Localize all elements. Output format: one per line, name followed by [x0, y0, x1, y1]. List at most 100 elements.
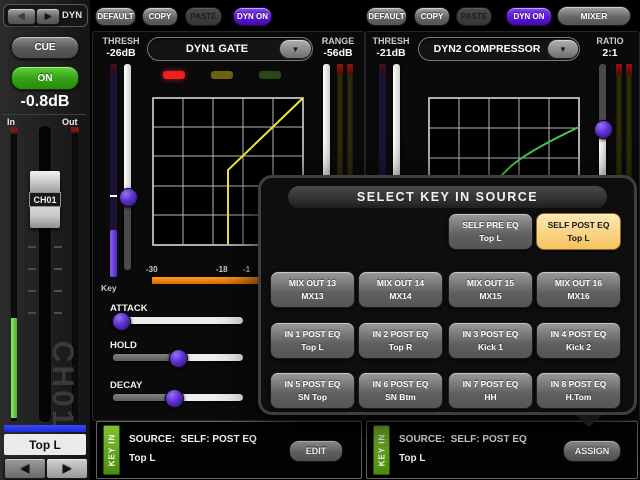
dyn1-copy-button[interactable]: COPY — [142, 7, 178, 26]
dyn1-on-button[interactable]: DYN ON — [233, 7, 272, 26]
option-line1: MIX OUT 15 — [466, 278, 515, 289]
dyn1-range-value: -56dB — [323, 47, 353, 59]
view-mode-label: DYN — [62, 10, 83, 21]
keyin-source-option[interactable]: IN 2 POST EQ Top R — [358, 322, 443, 359]
dyn1-thresh-knob[interactable] — [119, 188, 138, 207]
keyin-source-option[interactable]: IN 4 POST EQ Kick 2 — [536, 322, 621, 359]
dyn2-type-selector[interactable]: DYN2 COMPRESSOR ▼ — [418, 37, 580, 61]
option-line1: IN 8 POST EQ — [550, 379, 607, 390]
attack-knob[interactable] — [112, 312, 131, 331]
channel-on-button[interactable]: ON — [11, 66, 79, 90]
dyn2-type-dropdown-button[interactable]: ▼ — [547, 39, 579, 59]
fader-handle[interactable]: CH01 — [29, 171, 61, 228]
dyn1-paste-button[interactable]: PASTE — [185, 7, 222, 26]
option-line2: Top L — [479, 232, 502, 243]
paste-label: PASTE — [460, 12, 488, 21]
keyin-source-option[interactable]: MIX OUT 14 MX14 — [358, 271, 443, 308]
dyn2-keyin-source: SOURCE: SELF: POST EQ — [399, 434, 527, 445]
dyn2-keyin-box: KEY IN SOURCE: SELF: POST EQ Top L ASSIG… — [366, 421, 638, 479]
dyn1-keyin-name: Top L — [129, 453, 156, 464]
dyn1-type-selector[interactable]: DYN1 GATE ▼ — [147, 37, 313, 61]
keyin-source-option[interactable]: MIX OUT 15 MX15 — [448, 271, 533, 308]
in-meter-fill — [11, 318, 17, 418]
dyn2-ratio-knob[interactable] — [594, 120, 613, 139]
option-line2: HH — [484, 391, 497, 402]
keyin-source-option[interactable]: IN 7 POST EQ HH — [448, 372, 533, 409]
dyn2-keyin-name: Top L — [399, 453, 426, 464]
prev-channel-button[interactable]: ◀ — [7, 8, 36, 25]
in-clip-led — [10, 127, 18, 132]
dyn2-thresh-label: THRESH — [372, 36, 410, 46]
option-line2: SN Btm — [385, 391, 416, 402]
dyn-on-label: DYN ON — [513, 12, 545, 21]
mixer-button[interactable]: MIXER — [557, 6, 631, 26]
dyn1-keyin-box: KEY IN SOURCE: SELF: POST EQ Top L EDIT — [96, 421, 362, 479]
bank-right-button[interactable]: ▶ — [46, 458, 88, 479]
option-line1: IN 3 POST EQ — [462, 329, 519, 340]
option-line1: IN 1 POST EQ — [284, 329, 341, 340]
keyin-source-option[interactable]: SELF PRE EQ Top L — [448, 213, 533, 250]
dyn1-scale-tick-12: -1 — [243, 265, 251, 274]
app-window: ◀ ▶ DYN CUE ON -0.8dB In Out CH01 CH01 T… — [0, 0, 640, 480]
dyn2-keyin-tag: KEY IN — [373, 425, 390, 475]
option-line1: MIX OUT 16 — [554, 278, 603, 289]
option-line2: MX16 — [567, 290, 590, 301]
keyin-source-option[interactable]: MIX OUT 16 MX16 — [536, 271, 621, 308]
cue-button[interactable]: CUE — [11, 36, 79, 59]
in-meter-label: In — [7, 117, 15, 127]
option-line1: IN 5 POST EQ — [284, 379, 341, 390]
keyin-source-option-selected[interactable]: SELF POST EQ Top L — [536, 213, 621, 250]
option-line2: H.Tom — [565, 391, 592, 402]
keyin-tag-label: KEY IN — [107, 433, 116, 467]
out-meter-label: Out — [62, 117, 78, 127]
option-line1: MIX OUT 14 — [376, 278, 425, 289]
dyn1-key-label: Key — [101, 283, 117, 293]
dyn2-default-button[interactable]: DEFAULT — [366, 7, 407, 26]
chevron-down-icon: ▼ — [559, 44, 567, 54]
option-line1: SELF PRE EQ — [462, 220, 519, 231]
keyin-source-option[interactable]: IN 1 POST EQ Top L — [270, 322, 355, 359]
dyn2-copy-button[interactable]: COPY — [414, 7, 450, 26]
dyn1-keyin-source: SOURCE: SELF: POST EQ — [129, 434, 257, 445]
keyin-source-option[interactable]: IN 6 POST EQ SN Btm — [358, 372, 443, 409]
channel-name-box[interactable]: Top L — [4, 434, 86, 455]
channel-strip: ◀ ▶ DYN CUE ON -0.8dB In Out CH01 CH01 T… — [0, 0, 92, 480]
dyn1-key-meter — [110, 64, 117, 277]
dyn-on-label: DYN ON — [236, 12, 269, 21]
dyn1-threshold-marker — [110, 195, 117, 197]
dyn2-paste-button[interactable]: PASTE — [456, 7, 492, 26]
option-line2: Kick 1 — [477, 341, 504, 352]
left-arrow-icon: ◀ — [18, 12, 25, 21]
keyin-source-option[interactable]: MIX OUT 13 MX13 — [270, 271, 355, 308]
dyn2-thresh-value: -21dB — [376, 47, 406, 59]
assign-label: ASSIGN — [574, 446, 610, 456]
hold-label: HOLD — [110, 340, 137, 351]
dyn1-scale-tick-18: -18 — [216, 265, 228, 274]
hold-knob[interactable] — [169, 349, 188, 368]
dyn1-type-dropdown-button[interactable]: ▼ — [279, 39, 312, 59]
dyn1-type-label: DYN1 GATE — [185, 43, 249, 55]
bank-left-button[interactable]: ◀ — [4, 458, 46, 479]
attack-slider[interactable] — [113, 317, 243, 324]
channel-nav-control: ◀ ▶ DYN — [3, 4, 88, 27]
dyn1-keyin-edit-button[interactable]: EDIT — [289, 440, 343, 462]
dyn1-default-button[interactable]: DEFAULT — [95, 7, 136, 26]
decay-knob[interactable] — [165, 389, 184, 408]
keyin-source-option[interactable]: IN 8 POST EQ H.Tom — [536, 372, 621, 409]
dyn2-ratio-label: RATIO — [596, 36, 624, 46]
copy-label: COPY — [420, 12, 444, 21]
right-arrow-icon: ▶ — [62, 463, 72, 475]
dyn1-range-label: RANGE — [321, 36, 355, 46]
keyin-source-option[interactable]: IN 5 POST EQ SN Top — [270, 372, 355, 409]
in-meter — [11, 134, 17, 421]
on-label: ON — [37, 72, 53, 84]
dyn1-thresh-value: -26dB — [106, 47, 136, 59]
left-arrow-icon: ◀ — [20, 463, 30, 475]
option-line2: Top R — [388, 341, 413, 352]
paste-label: PASTE — [190, 12, 217, 21]
dyn1-thresh-slider[interactable] — [124, 64, 131, 270]
keyin-source-option[interactable]: IN 3 POST EQ Kick 1 — [448, 322, 533, 359]
next-channel-button[interactable]: ▶ — [36, 8, 60, 25]
dyn2-on-button[interactable]: DYN ON — [506, 7, 552, 26]
dyn2-keyin-assign-button[interactable]: ASSIGN — [563, 440, 621, 462]
